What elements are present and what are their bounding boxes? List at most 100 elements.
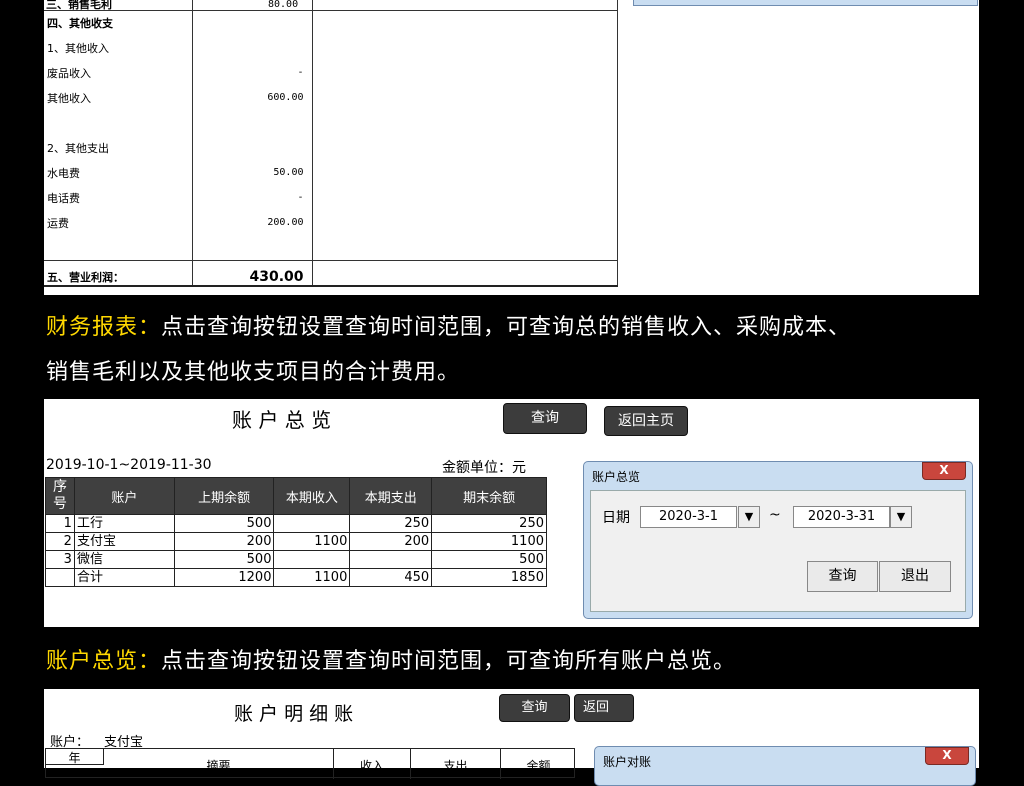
dialog-title: 账户总览 <box>592 470 641 484</box>
end-date-input[interactable]: 2020-3-31 <box>793 506 890 528</box>
row-label: 其他收入 <box>44 85 193 110</box>
table-cell: 微信 <box>73 550 175 569</box>
row-label <box>44 110 193 135</box>
row-label: 废品收入 <box>44 60 193 85</box>
total-row: 五、营业利润： 430.00 <box>44 259 618 287</box>
row-label: 1、其他收入 <box>44 35 193 60</box>
cut-row-value: 80.00 <box>268 0 299 10</box>
column-header: 序号 <box>45 477 75 515</box>
table-cell <box>273 514 351 533</box>
caption-overview: 账户总览：点击查询按钮设置查询时间范围，可查询所有账户总览。 <box>46 649 737 674</box>
page-title: 账 户 总 览 <box>232 408 332 432</box>
row-value <box>192 10 313 35</box>
table-cell: 合计 <box>73 568 175 587</box>
total-value: 430.00 <box>192 259 313 287</box>
table-cell: 200 <box>173 532 275 551</box>
date-label: 日期 <box>602 510 630 526</box>
report-row: 废品收入 - <box>44 60 618 85</box>
table-cell: 1 <box>45 514 75 533</box>
financial-report-panel: 三、销售毛利 80.00 四、其他收支 1、其他收入 废品收入 - 其他收入 600.00… <box>44 0 979 295</box>
report-row: 其他收入 600.00 <box>44 85 618 110</box>
column-header: 本期支出 <box>349 477 433 515</box>
row-label: 2、其他支出 <box>44 135 193 160</box>
report-row: 四、其他收支 <box>44 10 618 35</box>
table-cell: 1850 <box>431 568 547 587</box>
row-value: 50.00 <box>192 160 313 185</box>
row-label <box>44 235 193 260</box>
range-separator: ~ <box>769 507 781 523</box>
table-row: 3 微信 500 500 <box>45 550 547 569</box>
table-row: 合计 1200 1100 450 1850 <box>45 568 547 587</box>
close-button[interactable]: X <box>922 462 966 480</box>
table-cell: 500 <box>173 550 275 569</box>
detail-title: 账 户 明 细 账 <box>234 703 354 725</box>
end-dropdown-icon[interactable]: ▼ <box>890 506 912 528</box>
account-detail-panel: 账 户 明 细 账 查询 返回 账户： 支付宝 年 摘要 收入 支出 余额 账户… <box>44 689 979 786</box>
table-cell: 工行 <box>73 514 175 533</box>
caption-financial: 财务报表：点击查询按钮设置查询时间范围，可查询总的销售收入、采购成本、 <box>46 315 852 340</box>
dialog-query-button[interactable]: 查询 <box>807 561 878 592</box>
table-cell: 1100 <box>273 532 351 551</box>
row-value: 200.00 <box>192 210 313 235</box>
dialog-edge <box>633 0 978 6</box>
column-header: 本期收入 <box>273 477 351 515</box>
table-cell: 2 <box>45 532 75 551</box>
home-button[interactable]: 返回主页 <box>604 406 688 436</box>
total-label: 五、营业利润： <box>44 259 193 287</box>
amount-unit: 金额单位：元 <box>442 460 526 476</box>
table-cell <box>45 568 75 587</box>
back-button[interactable]: 返回 <box>574 694 634 722</box>
table-cell: 450 <box>349 568 433 587</box>
table-cell: 500 <box>431 550 547 569</box>
table-cell: 500 <box>173 514 275 533</box>
column-header: 上期余额 <box>173 477 275 515</box>
date-range: 2019-10-1~2019-11-30 <box>46 457 212 473</box>
start-dropdown-icon[interactable]: ▼ <box>738 506 760 528</box>
row-label: 四、其他收支 <box>44 10 193 35</box>
reconcile-close-button[interactable]: X <box>925 747 969 765</box>
row-value: - <box>192 60 313 85</box>
column-header: 账户 <box>73 477 175 515</box>
report-row: 运费 200.00 <box>44 210 618 235</box>
dialog-exit-button[interactable]: 退出 <box>879 561 951 592</box>
overview-table: 序号 账户 上期余额 本期收入 本期支出 期末余额 1 工行 500 250 250 2 支付宝 200… <box>45 477 547 587</box>
table-cell: 1100 <box>273 568 351 587</box>
table-row: 2 支付宝 200 1100 200 1100 <box>45 532 547 551</box>
query-button[interactable]: 查询 <box>503 403 587 434</box>
table-cell: 250 <box>431 514 547 533</box>
table-row: 1 工行 500 250 250 <box>45 514 547 533</box>
start-date-input[interactable]: 2020-3-1 <box>640 506 737 528</box>
report-row: 2、其他支出 <box>44 135 618 160</box>
table-cell <box>349 550 433 569</box>
cut-row-label: 三、销售毛利 <box>46 0 112 11</box>
detail-query-button[interactable]: 查询 <box>499 694 570 722</box>
report-row: 水电费 50.00 <box>44 160 618 185</box>
row-value <box>192 110 313 135</box>
row-label: 水电费 <box>44 160 193 185</box>
row-value: - <box>192 185 313 210</box>
account-overview-panel: 账 户 总 览 查询 返回主页 2019-10-1~2019-11-30 金额单… <box>44 399 979 627</box>
row-label: 运费 <box>44 210 193 235</box>
report-row <box>44 110 618 135</box>
table-cell: 3 <box>45 550 75 569</box>
table-cell: 支付宝 <box>73 532 175 551</box>
table-cell: 200 <box>349 532 433 551</box>
caption-financial-line2: 销售毛利以及其他收支项目的合计费用。 <box>46 360 461 385</box>
row-value <box>192 35 313 60</box>
row-value <box>192 135 313 160</box>
reconcile-dialog: 账户对账 X <box>594 746 976 786</box>
table-cell: 1200 <box>173 568 275 587</box>
reconcile-dialog-title: 账户对账 <box>603 755 652 769</box>
row-value <box>192 235 313 260</box>
report-row: 电话费 - <box>44 185 618 210</box>
detail-table-header: 年 摘要 收入 支出 余额 <box>45 748 575 779</box>
report-row <box>44 235 618 260</box>
row-label: 电话费 <box>44 185 193 210</box>
table-cell <box>273 550 351 569</box>
column-header: 期末余额 <box>431 477 547 515</box>
overview-dialog: 账户总览 X 日期 2020-3-1 ▼ ~ 2020-3-31 ▼ 查询 退出 <box>583 461 973 619</box>
table-cell: 250 <box>349 514 433 533</box>
row-value: 600.00 <box>192 85 313 110</box>
report-row: 1、其他收入 <box>44 35 618 60</box>
table-cell: 1100 <box>431 532 547 551</box>
